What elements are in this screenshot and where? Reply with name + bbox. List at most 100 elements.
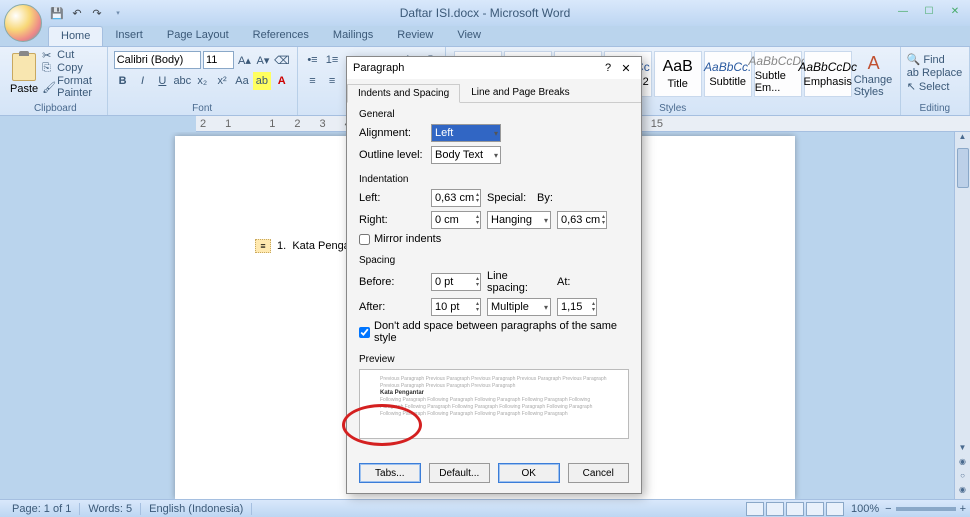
by-spin[interactable]: 0,63 cm (557, 211, 607, 229)
at-spin[interactable]: 1,15 (557, 298, 597, 316)
browse-object-icon[interactable]: ○ (960, 471, 965, 485)
view-outline-button[interactable] (806, 502, 824, 516)
scissors-icon: ✂ (42, 49, 54, 61)
at-label: At: (557, 276, 570, 288)
underline-button[interactable]: U (153, 72, 171, 90)
before-spin[interactable]: 0 pt (431, 273, 481, 291)
prev-page-icon[interactable]: ◉ (959, 457, 966, 471)
highlight-button[interactable]: ab (253, 72, 271, 90)
style-subtleem[interactable]: AaBbCcDcSubtle Em... (754, 51, 802, 97)
status-words[interactable]: Words: 5 (80, 503, 141, 515)
alignment-select[interactable]: Left (431, 124, 501, 142)
indent-left-label: Left: (359, 192, 425, 204)
linespacing-select[interactable]: Multiple (487, 298, 551, 316)
close-button[interactable]: ✕ (944, 2, 966, 20)
ok-button[interactable]: OK (498, 463, 560, 483)
mirror-indents-label: Mirror indents (374, 233, 441, 245)
select-button[interactable]: ↖Select (907, 80, 963, 93)
tab-home[interactable]: Home (48, 26, 103, 46)
qat-more-icon[interactable] (108, 4, 126, 22)
after-label: After: (359, 301, 425, 313)
clear-format-button[interactable]: ⌫ (273, 51, 291, 69)
next-page-icon[interactable]: ◉ (959, 485, 966, 499)
format-painter-button[interactable]: 🖌Format Painter (42, 75, 101, 99)
view-print-layout-button[interactable] (746, 502, 764, 516)
view-draft-button[interactable] (826, 502, 844, 516)
office-button[interactable] (4, 4, 42, 42)
cut-button[interactable]: ✂Cut (42, 49, 101, 61)
indent-left-spin[interactable]: 0,63 cm (431, 189, 481, 207)
status-language[interactable]: English (Indonesia) (141, 503, 252, 515)
scroll-thumb[interactable] (957, 148, 969, 188)
italic-button[interactable]: I (134, 72, 152, 90)
vertical-scrollbar[interactable]: ▲ ▼ ◉ ○ ◉ (954, 132, 970, 499)
strike-button[interactable]: abc (173, 72, 191, 90)
section-preview: Preview (359, 354, 629, 365)
grow-font-button[interactable]: A▴ (236, 51, 252, 69)
font-size-combo[interactable]: 11 (203, 51, 234, 69)
special-select[interactable]: Hanging (487, 211, 551, 229)
bold-button[interactable]: B (114, 72, 132, 90)
section-indentation: Indentation (359, 174, 629, 185)
dialog-tab-indents[interactable]: Indents and Spacing (347, 84, 460, 103)
preview-box: Previous Paragraph Previous Paragraph Pr… (359, 369, 629, 439)
align-left-button[interactable]: ≡ (304, 72, 322, 90)
cancel-button[interactable]: Cancel (568, 463, 630, 483)
change-styles-icon: A (868, 53, 880, 74)
tab-review[interactable]: Review (385, 26, 445, 46)
font-name-combo[interactable]: Calibri (Body) (114, 51, 201, 69)
maximize-button[interactable]: ☐ (918, 2, 940, 20)
find-icon: 🔍 (907, 53, 921, 66)
scroll-down-icon[interactable]: ▼ (959, 443, 967, 457)
paragraph-dialog: Paragraph ? ✕ Indents and Spacing Line a… (346, 56, 642, 494)
change-case-button[interactable]: Aa (233, 72, 251, 90)
mirror-indents-checkbox[interactable] (359, 234, 370, 245)
find-button[interactable]: 🔍Find (907, 53, 963, 66)
view-fullscreen-button[interactable] (766, 502, 784, 516)
style-emphasis[interactable]: AaBbCcDcEmphasis (804, 51, 852, 97)
quick-access-toolbar: 💾 ↶ ↷ (48, 4, 126, 22)
scroll-up-icon[interactable]: ▲ (959, 132, 967, 146)
tabs-button[interactable]: Tabs... (359, 463, 421, 483)
minimize-button[interactable]: — (892, 2, 914, 20)
save-icon[interactable]: 💾 (48, 4, 66, 22)
tab-references[interactable]: References (241, 26, 321, 46)
zoom-slider[interactable] (896, 507, 956, 511)
subscript-button[interactable]: x₂ (193, 72, 211, 90)
zoom-value[interactable]: 100% (851, 503, 879, 515)
dialog-title: Paragraph (353, 62, 404, 74)
style-subtitle[interactable]: AaBbCc.Subtitle (704, 51, 752, 97)
outline-select[interactable]: Body Text (431, 146, 501, 164)
dialog-help-button[interactable]: ? (599, 62, 617, 74)
tab-view[interactable]: View (445, 26, 493, 46)
copy-button[interactable]: ⎘Copy (42, 62, 101, 74)
group-clipboard-label: Clipboard (4, 103, 107, 114)
bullets-button[interactable]: •≡ (304, 51, 322, 69)
select-icon: ↖ (907, 80, 916, 93)
by-label: By: (537, 192, 553, 204)
list-number: 1. (277, 240, 286, 252)
replace-button[interactable]: abReplace (907, 67, 963, 79)
list-text: Kata Penga (292, 240, 350, 252)
superscript-button[interactable]: x² (213, 72, 231, 90)
numbering-button[interactable]: 1≡ (323, 51, 341, 69)
tab-mailings[interactable]: Mailings (321, 26, 385, 46)
status-page[interactable]: Page: 1 of 1 (4, 503, 80, 515)
font-color-button[interactable]: A (273, 72, 291, 90)
dialog-close-button[interactable]: ✕ (617, 62, 635, 75)
dialog-tab-linebreaks[interactable]: Line and Page Breaks (460, 83, 580, 102)
zoom-in-button[interactable]: + (960, 503, 966, 515)
undo-icon[interactable]: ↶ (68, 4, 86, 22)
align-center-button[interactable]: ≡ (323, 72, 341, 90)
shrink-font-button[interactable]: A▾ (255, 51, 271, 69)
redo-icon[interactable]: ↷ (88, 4, 106, 22)
zoom-out-button[interactable]: − (885, 503, 891, 515)
after-spin[interactable]: 10 pt (431, 298, 481, 316)
tab-page-layout[interactable]: Page Layout (155, 26, 241, 46)
dontadd-checkbox[interactable] (359, 327, 370, 338)
indent-right-spin[interactable]: 0 cm (431, 211, 481, 229)
tab-insert[interactable]: Insert (103, 26, 155, 46)
default-button[interactable]: Default... (429, 463, 491, 483)
view-web-button[interactable] (786, 502, 804, 516)
style-title[interactable]: AaBTitle (654, 51, 702, 97)
